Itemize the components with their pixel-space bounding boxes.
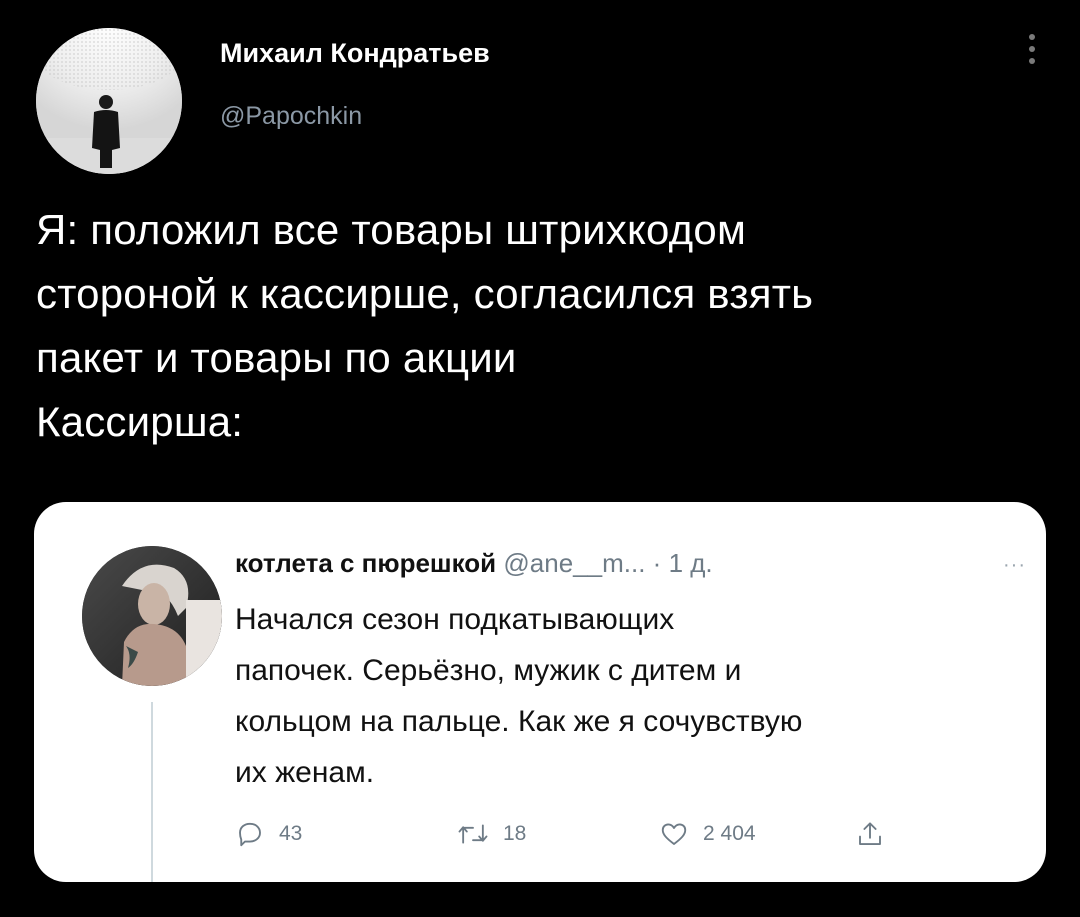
tweet-text-line: пакет и товары по акции	[36, 334, 517, 381]
quoted-text-line: Начался сезон подкатывающих	[235, 603, 675, 636]
share-button[interactable]	[855, 814, 885, 854]
tweet-text-line: Я: положил все товары штрихкодом	[36, 206, 747, 253]
reply-button[interactable]: 43	[235, 814, 302, 854]
quoted-text-line: папочек. Серьёзно, мужик с дитем и	[235, 654, 742, 687]
tweet-text-line: Кассирша:	[36, 398, 244, 445]
quoted-text-line: кольцом на пальце. Как же я сочувствую	[235, 705, 803, 738]
avatar-photo	[82, 546, 222, 686]
author-name[interactable]: Михаил Кондратьев	[220, 38, 490, 69]
quoted-tweet-card[interactable]: котлета с пюрешкой @ane__m... · 1 д. ···…	[34, 502, 1046, 882]
quoted-text-line: их женам.	[235, 756, 375, 789]
reply-icon	[239, 822, 261, 847]
avatar-photo	[36, 28, 182, 174]
author-avatar[interactable]	[36, 28, 182, 174]
action-bar: 43 18 2 404	[235, 814, 1006, 854]
retweet-button[interactable]: 18	[457, 814, 526, 854]
reply-count: 43	[279, 822, 303, 845]
quoted-author-handle[interactable]: @ane__m...	[503, 548, 645, 578]
thread-line	[151, 702, 153, 882]
tweet-header: Михаил Кондратьев @Papochkin	[36, 20, 1044, 174]
quoted-tweet-header: котлета с пюрешкой @ane__m... · 1 д.	[235, 548, 1006, 579]
author-handle[interactable]: @Papochkin	[220, 102, 362, 131]
heart-icon	[661, 823, 687, 845]
quoted-tweet-text: Начался сезон подкатывающих папочек. Сер…	[235, 594, 1025, 798]
vertical-dots-icon[interactable]	[1024, 34, 1040, 74]
retweet-count: 18	[503, 822, 527, 845]
tweet-text: Я: положил все товары штрихкодом стороно…	[36, 198, 1036, 454]
like-count: 2 404	[703, 822, 756, 845]
quoted-author-avatar[interactable]	[82, 546, 222, 686]
quoted-author-name[interactable]: котлета с пюрешкой	[235, 548, 496, 578]
share-icon	[859, 822, 881, 845]
tweet-text-line: стороной к кассирше, согласился взять	[36, 270, 814, 317]
like-button[interactable]: 2 404	[659, 814, 756, 854]
separator-dot: ·	[652, 548, 662, 578]
tweet-timestamp[interactable]: 1 д.	[669, 548, 713, 578]
retweet-icon	[458, 824, 488, 844]
more-options-icon[interactable]: ···	[1003, 554, 1026, 577]
